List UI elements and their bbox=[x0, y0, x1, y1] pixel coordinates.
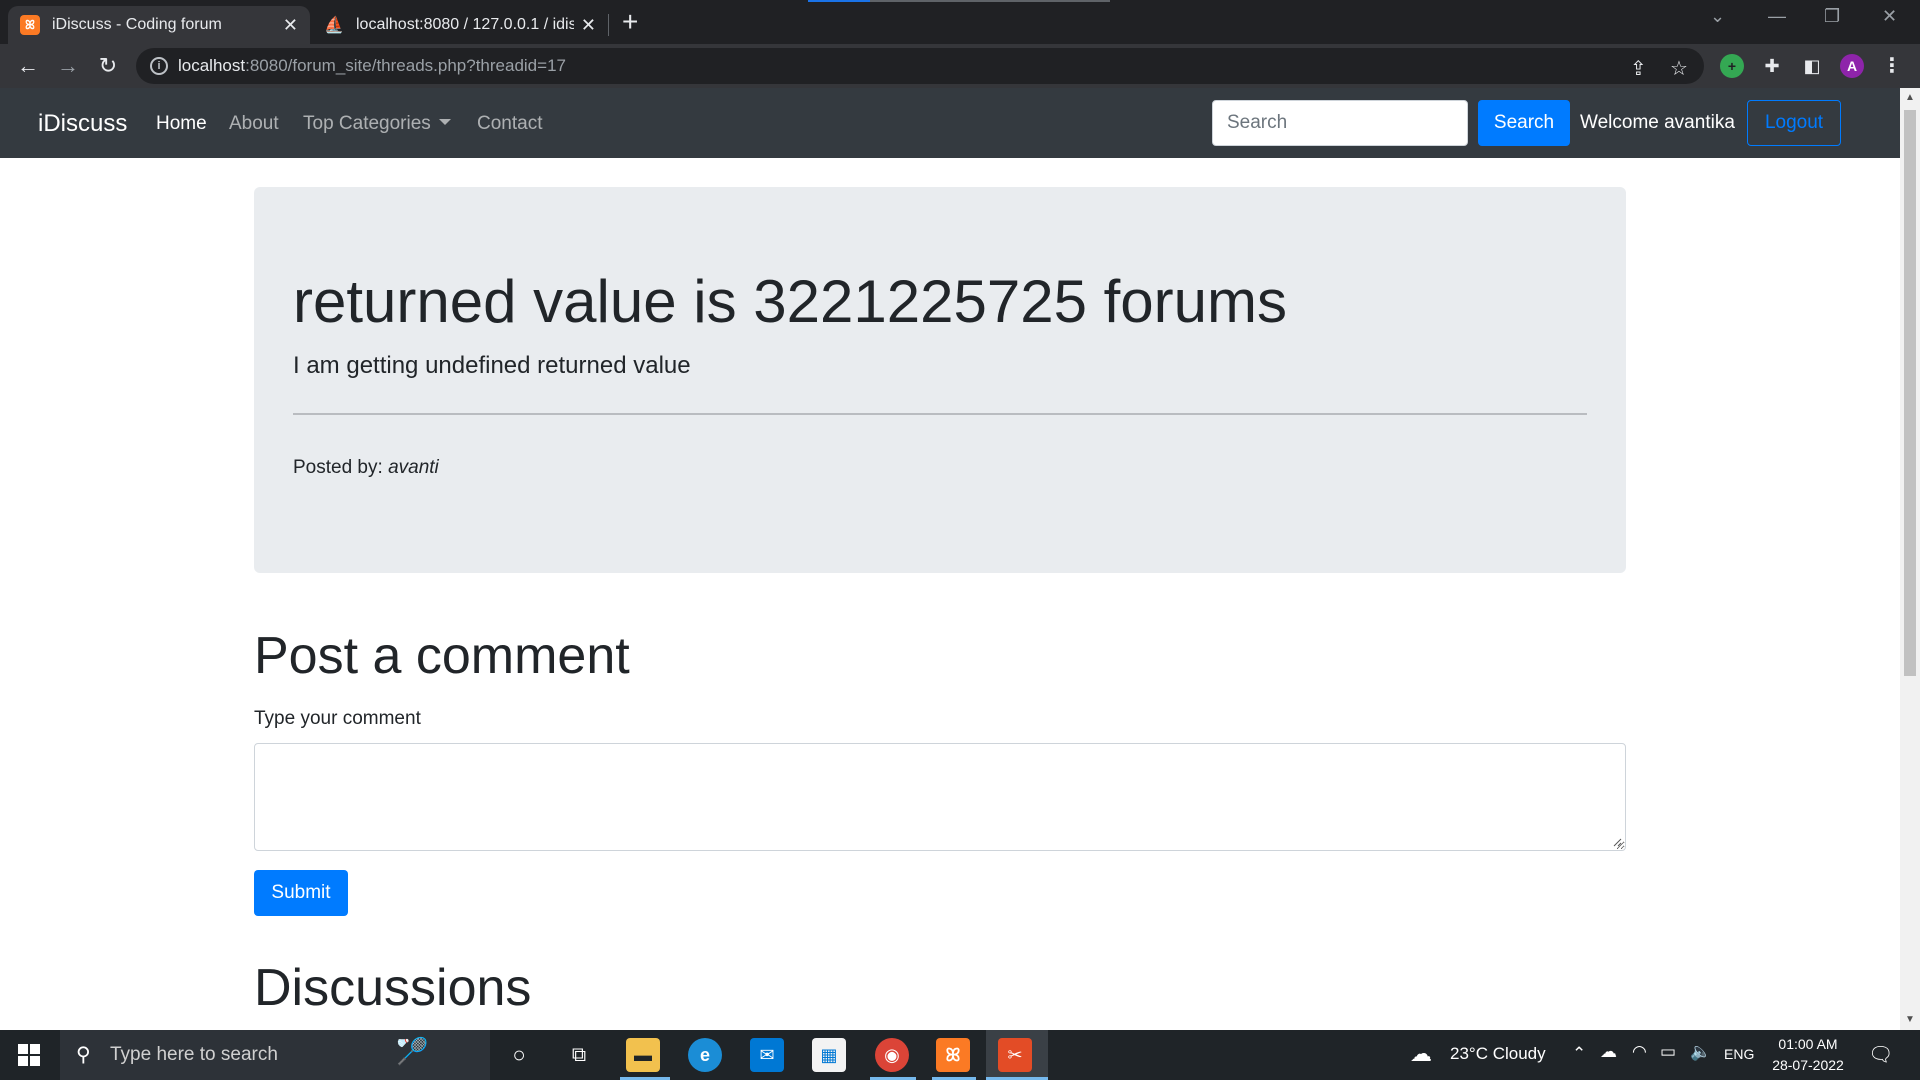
nav-top-categories[interactable]: Top Categories bbox=[303, 113, 451, 135]
site-info-icon[interactable]: i bbox=[150, 57, 168, 75]
xampp-icon[interactable]: ꕤ bbox=[936, 1038, 970, 1072]
bookmark-star-icon[interactable]: ☆ bbox=[1670, 56, 1688, 81]
tab-divider bbox=[608, 14, 609, 36]
cloud-weather-icon[interactable]: ☁ bbox=[1410, 1041, 1432, 1067]
wifi-icon[interactable]: ◠ bbox=[1632, 1042, 1647, 1062]
volume-icon[interactable]: 🔈 bbox=[1690, 1042, 1711, 1062]
file-explorer-icon[interactable]: ▬ bbox=[626, 1038, 660, 1072]
show-hidden-icons-icon[interactable]: ⌃ bbox=[1572, 1044, 1586, 1064]
tab-idiscuss[interactable]: ꕤ iDiscuss - Coding forum ✕ bbox=[8, 6, 310, 44]
search-icon: ⚲ bbox=[76, 1044, 91, 1066]
page-scrollbar[interactable]: ▲ ▼ bbox=[1900, 88, 1920, 1030]
new-tab-button[interactable]: + bbox=[622, 8, 638, 36]
windows-start-icon[interactable] bbox=[18, 1044, 40, 1066]
tab-phpmyadmin[interactable]: ⛵ localhost:8080 / 127.0.0.1 / idiscu ✕ bbox=[312, 6, 608, 44]
menu-kebab-icon[interactable]: ⋮ bbox=[1880, 54, 1904, 78]
xampp-favicon-icon: ꕤ bbox=[20, 15, 40, 35]
resize-grip-icon[interactable] bbox=[1612, 837, 1622, 847]
scroll-down-arrow-icon[interactable]: ▼ bbox=[1905, 1014, 1915, 1025]
brand-logo[interactable]: iDiscuss bbox=[38, 110, 127, 138]
onedrive-icon[interactable]: ☁ bbox=[1600, 1042, 1617, 1062]
back-icon[interactable]: ← bbox=[14, 52, 42, 80]
microsoft-store-icon[interactable]: ▦ bbox=[812, 1038, 846, 1072]
tab-title: iDiscuss - Coding forum bbox=[52, 16, 222, 33]
welcome-text: Welcome avantika bbox=[1580, 112, 1735, 133]
page-viewport: iDiscuss Home About Top Categories Conta… bbox=[0, 88, 1900, 1030]
posted-by: Posted by: avanti bbox=[293, 457, 439, 478]
clock-time[interactable]: 01:00 AM bbox=[1768, 1036, 1848, 1052]
search-button[interactable]: Search bbox=[1478, 100, 1570, 146]
task-view-icon[interactable]: ⧉ bbox=[562, 1038, 596, 1072]
url-text[interactable]: localhost:8080/forum_site/threads.php?th… bbox=[178, 56, 566, 76]
minimize-icon[interactable]: — bbox=[1768, 6, 1786, 27]
restore-icon[interactable]: ❐ bbox=[1824, 6, 1840, 27]
discussions-heading: Discussions bbox=[254, 959, 532, 1017]
logout-button[interactable]: Logout bbox=[1747, 100, 1841, 146]
nav-home[interactable]: Home bbox=[156, 113, 207, 135]
scrollbar-thumb[interactable] bbox=[1904, 110, 1916, 676]
address-bar[interactable]: i localhost:8080/forum_site/threads.php?… bbox=[136, 48, 1704, 84]
reload-icon[interactable]: ↻ bbox=[94, 52, 122, 80]
taskbar-search-box[interactable]: ⚲ Type here to search 🏸 bbox=[60, 1030, 490, 1080]
cortana-icon[interactable]: ○ bbox=[502, 1038, 536, 1072]
close-tab-icon[interactable]: ✕ bbox=[283, 15, 298, 36]
thread-jumbotron: returned value is 3221225725 forums I am… bbox=[254, 187, 1626, 573]
submit-button[interactable]: Submit bbox=[254, 870, 348, 916]
posted-by-user: avanti bbox=[388, 457, 439, 478]
search-highlight-icon[interactable]: 🏸 bbox=[396, 1036, 428, 1067]
tab-strip-indicator-secondary bbox=[870, 0, 1110, 2]
edge-browser-icon[interactable]: e bbox=[688, 1038, 722, 1072]
close-tab-icon[interactable]: ✕ bbox=[581, 15, 596, 36]
comment-textarea[interactable] bbox=[254, 743, 1626, 851]
notification-center-icon[interactable]: 🗨 bbox=[1868, 1042, 1893, 1067]
browser-toolbar: ← → ↻ i localhost:8080/forum_site/thread… bbox=[0, 44, 1920, 88]
extensions-puzzle-icon[interactable]: ✚ bbox=[1760, 54, 1784, 78]
browser-tab-bar: ꕤ iDiscuss - Coding forum ✕ ⛵ localhost:… bbox=[0, 0, 1920, 44]
forward-icon[interactable]: → bbox=[54, 52, 82, 80]
close-window-icon[interactable]: ✕ bbox=[1882, 6, 1897, 27]
dropdown-caret-icon bbox=[438, 119, 451, 125]
profile-avatar[interactable]: A bbox=[1840, 54, 1864, 78]
search-input[interactable] bbox=[1212, 100, 1468, 146]
language-indicator[interactable]: ENG bbox=[1724, 1046, 1754, 1062]
chrome-icon[interactable]: ◉ bbox=[875, 1038, 909, 1072]
nav-about[interactable]: About bbox=[229, 113, 279, 135]
site-navbar: iDiscuss Home About Top Categories Conta… bbox=[0, 88, 1900, 158]
thread-title: returned value is 3221225725 forums bbox=[293, 268, 1287, 335]
nav-contact[interactable]: Contact bbox=[477, 113, 542, 135]
battery-icon[interactable]: ▭ bbox=[1660, 1042, 1676, 1062]
thread-description: I am getting undefined returned value bbox=[293, 352, 691, 379]
divider bbox=[293, 413, 1587, 415]
comment-label: Type your comment bbox=[254, 708, 421, 729]
share-icon[interactable]: ⇪ bbox=[1630, 56, 1647, 81]
phpmyadmin-favicon-icon: ⛵ bbox=[324, 17, 344, 34]
mail-icon[interactable]: ✉ bbox=[750, 1038, 784, 1072]
post-comment-heading: Post a comment bbox=[254, 627, 630, 685]
tab-strip-indicator bbox=[808, 0, 870, 2]
taskbar-search-placeholder: Type here to search bbox=[110, 1044, 278, 1065]
tab-title: localhost:8080 / 127.0.0.1 / idiscu bbox=[356, 16, 574, 33]
extension-plus-icon[interactable]: + bbox=[1720, 54, 1744, 78]
side-panel-icon[interactable]: ◧ bbox=[1800, 54, 1824, 78]
weather-text[interactable]: 23°C Cloudy bbox=[1450, 1044, 1546, 1064]
snipping-tool-icon[interactable]: ✂ bbox=[998, 1038, 1032, 1072]
tab-search-icon[interactable]: ⌄ bbox=[1710, 6, 1725, 27]
scroll-up-arrow-icon[interactable]: ▲ bbox=[1905, 92, 1915, 103]
windows-taskbar: ⚲ Type here to search 🏸 ○ ⧉ ▬ e ✉ ▦ ◉ ꕤ … bbox=[0, 1030, 1920, 1080]
clock-date[interactable]: 28-07-2022 bbox=[1768, 1057, 1848, 1073]
